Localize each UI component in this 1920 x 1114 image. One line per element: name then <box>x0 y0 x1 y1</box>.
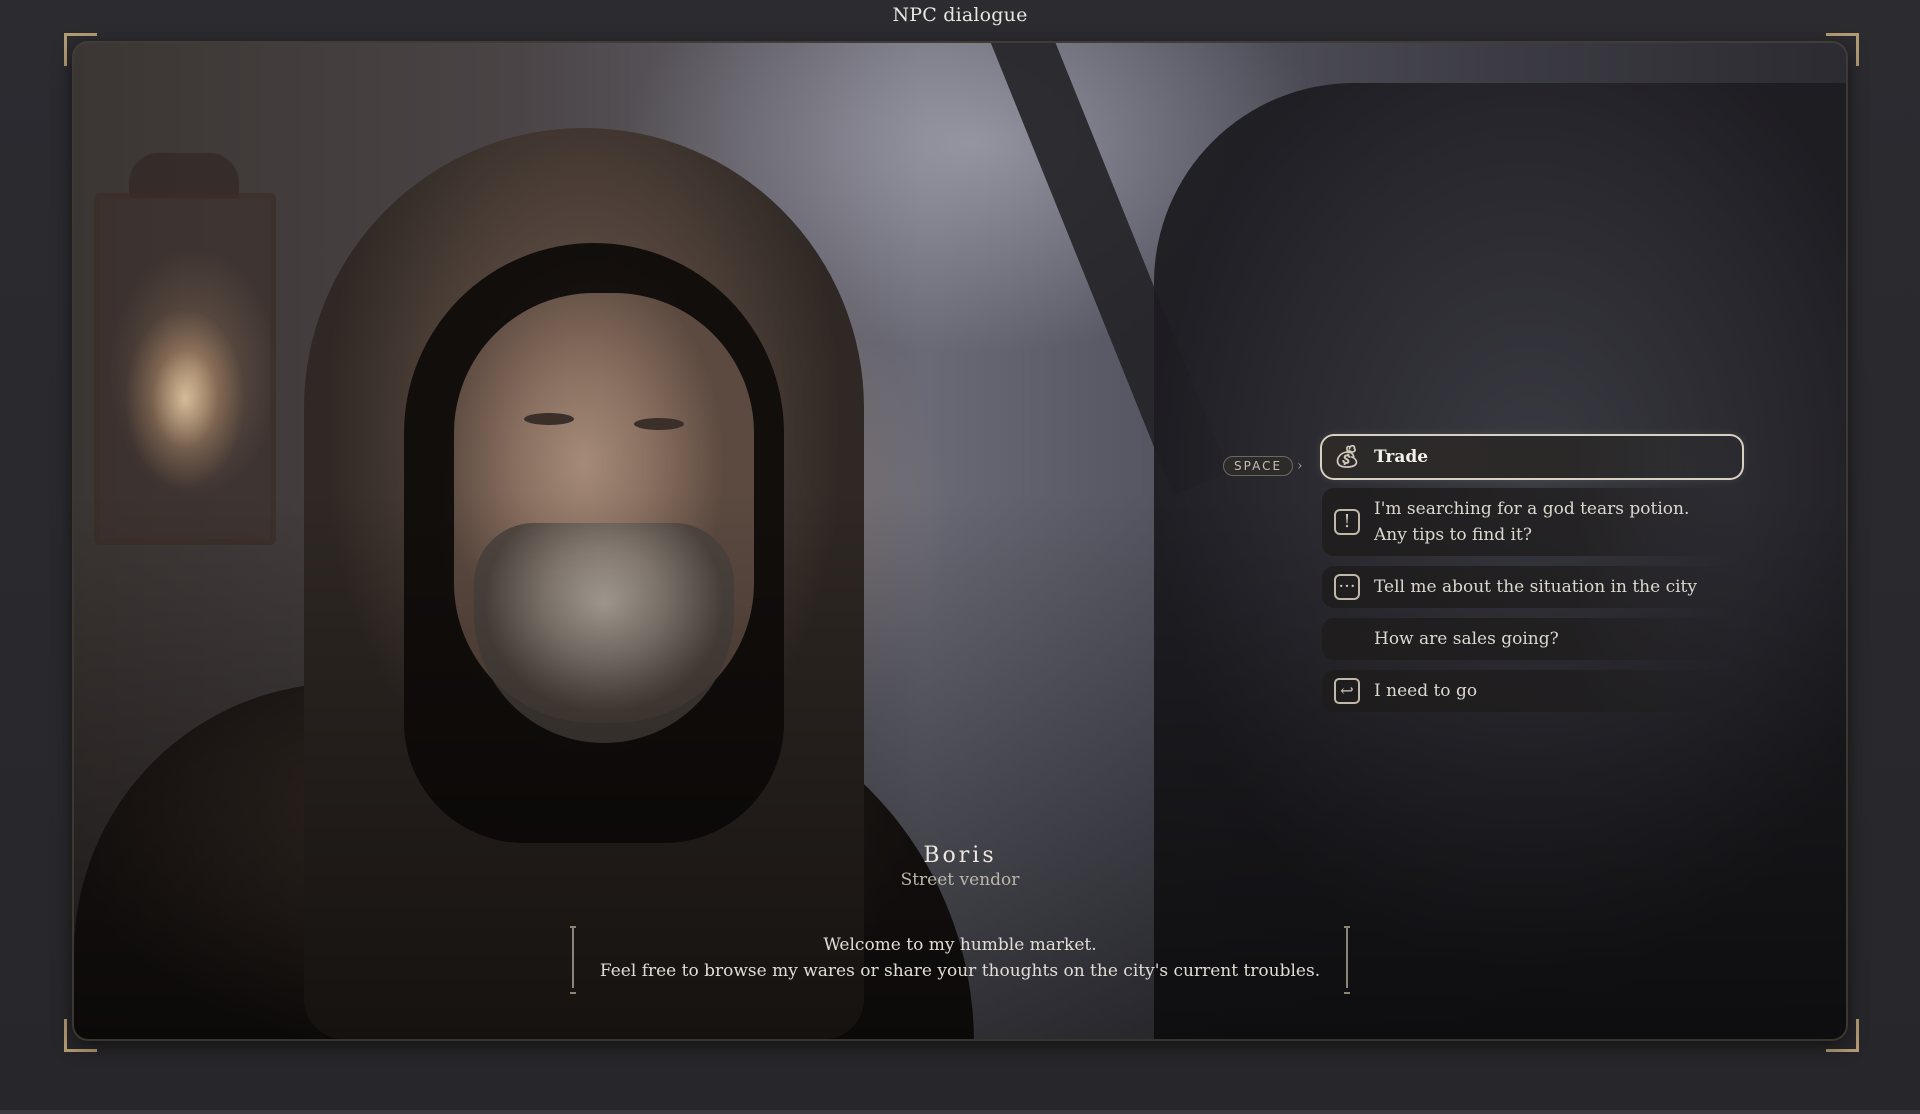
bottom-edge <box>0 1110 1920 1114</box>
exclamation-icon: ! <box>1334 509 1360 535</box>
window-title: NPC dialogue <box>892 4 1028 26</box>
space-key-hint: SPACE › <box>1223 456 1303 476</box>
npc-speech: Welcome to my humble market. Feel free t… <box>0 932 1920 984</box>
game-screen: NPC dialogue SPACE › 💰︎ Trade ! I'm sear… <box>0 0 1920 1114</box>
dialogue-option-sales[interactable]: How are sales going? <box>1322 618 1742 660</box>
space-key-label: SPACE <box>1223 456 1294 476</box>
dialogue-option-label-line1: I'm searching for a god tears potion. <box>1374 499 1690 519</box>
dialogue-option-label: How are sales going? <box>1374 629 1559 649</box>
dialogue-options: 💰︎ Trade ! I'm searching for a god tears… <box>1322 436 1742 722</box>
dialogue-option-trade[interactable]: 💰︎ Trade <box>1322 436 1742 478</box>
chevron-right-icon: › <box>1297 458 1303 474</box>
dialogue-option-label: Trade <box>1374 447 1429 467</box>
dialogue-option-city-situation[interactable]: ··· Tell me about the situation in the c… <box>1322 566 1742 608</box>
dialogue-option-god-tears[interactable]: ! I'm searching for a god tears potion. … <box>1322 488 1742 556</box>
npc-name: Boris <box>923 843 997 868</box>
npc-role: Street vendor <box>900 870 1020 890</box>
dialogue-option-label: I need to go <box>1374 681 1478 701</box>
exit-icon: ↩ <box>1334 678 1360 704</box>
money-bag-icon: 💰︎ <box>1333 444 1361 470</box>
npc-speech-line-1: Welcome to my humble market. <box>823 935 1097 955</box>
dialogue-option-label: I'm searching for a god tears potion. An… <box>1374 496 1689 548</box>
npc-speech-line-2: Feel free to browse my wares or share yo… <box>599 961 1321 981</box>
dialogue-option-label-line2: Any tips to find it? <box>1374 525 1532 545</box>
speech-bubble-icon: ··· <box>1334 574 1360 600</box>
dialogue-option-leave[interactable]: ↩ I need to go <box>1322 670 1742 712</box>
dialogue-option-label: Tell me about the situation in the city <box>1374 577 1697 597</box>
blank-icon <box>1334 626 1360 652</box>
